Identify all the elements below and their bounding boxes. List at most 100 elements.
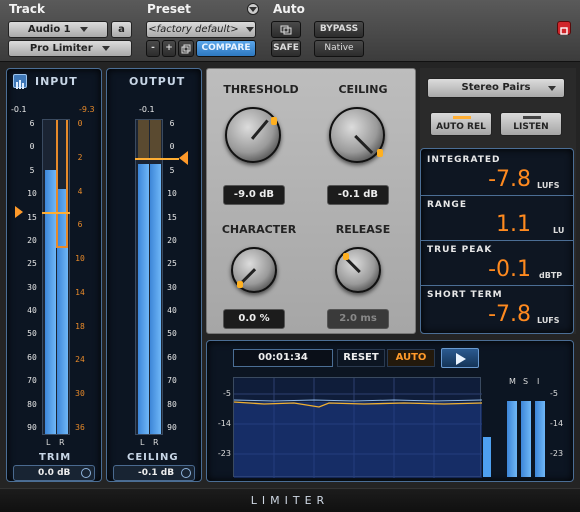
true-peak-value: -0.1 bbox=[488, 257, 531, 282]
trim-value: 0.0 dB bbox=[38, 468, 71, 478]
msi-meter-m bbox=[507, 401, 517, 477]
integrated-unit: LUFS bbox=[537, 181, 560, 190]
safe-button[interactable]: SAFE bbox=[271, 40, 301, 57]
character-label: CHARACTER bbox=[221, 223, 297, 236]
output-meter bbox=[135, 119, 179, 435]
trim-field[interactable]: 0.0 dB bbox=[13, 465, 95, 481]
close-plugin-button[interactable] bbox=[557, 21, 571, 35]
listen-label: LISTEN bbox=[513, 122, 549, 132]
ceiling-value-field[interactable]: -0.1 dB bbox=[327, 185, 389, 205]
reset-button[interactable]: RESET bbox=[337, 349, 385, 367]
ceiling-knob[interactable] bbox=[329, 107, 385, 163]
output-meter-panel: OUTPUT -0.1 6 0 5 10 15 20 25 30 40 50 60 70 80 90 L … bbox=[106, 68, 202, 482]
scale-tick: 15 bbox=[27, 212, 37, 222]
scale-tick: 14 bbox=[75, 287, 85, 297]
divider bbox=[421, 240, 573, 241]
footer: LIMITER bbox=[0, 488, 580, 512]
scale-tick: 2 bbox=[77, 152, 83, 162]
compare-button[interactable]: COMPARE bbox=[196, 40, 256, 57]
threshold-handle[interactable] bbox=[15, 206, 23, 218]
track-variant-selector[interactable]: a bbox=[111, 21, 132, 38]
range-unit: LU bbox=[553, 226, 565, 235]
footer-title: LIMITER bbox=[250, 494, 330, 507]
input-channel-l: L bbox=[46, 438, 51, 447]
ceiling-handle[interactable] bbox=[179, 151, 188, 165]
copy-settings-button[interactable] bbox=[178, 40, 194, 57]
track-selector[interactable]: Audio 1 bbox=[8, 21, 108, 38]
auto-release-button[interactable]: AUTO REL bbox=[430, 112, 492, 136]
link-icon bbox=[81, 468, 91, 478]
history-tick-label: -5 bbox=[223, 389, 231, 398]
history-level-bar bbox=[483, 437, 491, 477]
channel-mode-selector[interactable]: Stereo Pairs bbox=[427, 78, 565, 98]
scale-tick: 90 bbox=[167, 423, 177, 432]
input-scale: 6 0 5 10 15 20 25 30 40 50 60 70 80 90 bbox=[25, 119, 39, 433]
threshold-pointer bbox=[250, 119, 269, 140]
next-preset-button[interactable]: + bbox=[162, 40, 176, 57]
output-title: OUTPUT bbox=[129, 75, 186, 88]
track-variant: a bbox=[118, 24, 125, 35]
listen-button[interactable]: LISTEN bbox=[500, 112, 562, 136]
plugin-name: Pro Limiter bbox=[29, 43, 93, 54]
bypass-button[interactable]: BYPASS bbox=[314, 21, 364, 38]
play-button[interactable] bbox=[441, 348, 479, 368]
ceiling-pointer bbox=[354, 134, 374, 154]
controls-panel: THRESHOLD -9.0 dB CEILING -0.1 dB CHARAC… bbox=[206, 68, 416, 334]
history-tick-label: -14 bbox=[217, 419, 231, 428]
input-gr-scale: 0 2 4 6 10 14 18 24 30 36 bbox=[73, 119, 89, 433]
loudness-display: INTEGRATED -7.8 LUFS RANGE 1.1 LU TRUE P… bbox=[420, 148, 574, 334]
threshold-knob[interactable] bbox=[225, 107, 281, 163]
plugin-selector[interactable]: Pro Limiter bbox=[8, 40, 132, 57]
automation-button[interactable] bbox=[271, 21, 301, 38]
character-value-field[interactable]: 0.0 % bbox=[223, 309, 285, 329]
msi-tick-label: -23 bbox=[550, 449, 564, 458]
ceiling-field[interactable]: -0.1 dB bbox=[113, 465, 195, 481]
threshold-value-field[interactable]: -9.0 dB bbox=[223, 185, 285, 205]
input-meter-panel: INPUT -0.1 -9.3 6 0 5 10 15 20 25 30 40 50 60 70 80 9… bbox=[6, 68, 102, 482]
scale-tick: 10 bbox=[75, 254, 85, 264]
msi-label-s: S bbox=[523, 377, 529, 386]
listen-led bbox=[523, 116, 541, 119]
input-title: INPUT bbox=[35, 75, 78, 88]
scale-tick: 25 bbox=[27, 259, 37, 269]
meter-bars-icon bbox=[16, 80, 24, 89]
output-channel-l: L bbox=[140, 438, 145, 447]
preset-label: Preset bbox=[147, 2, 191, 16]
preset-name: <factory default> bbox=[148, 24, 239, 35]
scale-tick: 10 bbox=[167, 189, 177, 199]
preset-selector[interactable]: <factory default> bbox=[146, 21, 256, 38]
scale-tick: 0 bbox=[29, 142, 35, 152]
character-knob[interactable] bbox=[231, 247, 277, 293]
scale-tick: 0 bbox=[77, 119, 83, 128]
scale-tick: 50 bbox=[27, 329, 37, 339]
threshold-indicator bbox=[271, 117, 277, 125]
output-meter-right-headroom bbox=[150, 120, 161, 158]
previous-preset-button[interactable]: - bbox=[146, 40, 160, 57]
scale-tick: 6 bbox=[29, 119, 35, 128]
plugin-header: Track Audio 1 a Pro Limiter Preset <fact… bbox=[0, 0, 580, 62]
release-value-field[interactable]: 2.0 ms bbox=[327, 309, 389, 329]
scale-tick: 40 bbox=[167, 306, 177, 316]
play-icon bbox=[456, 353, 466, 365]
ceiling-line bbox=[135, 158, 179, 160]
scale-tick: 30 bbox=[75, 389, 85, 399]
divider bbox=[421, 285, 573, 286]
msi-meter-i bbox=[535, 401, 545, 477]
scale-tick: 30 bbox=[27, 282, 37, 292]
scale-tick: 36 bbox=[75, 423, 85, 432]
output-peak: -0.1 bbox=[139, 105, 155, 114]
ceiling-meter-label: CEILING bbox=[127, 452, 179, 463]
output-meter-right-bar bbox=[150, 164, 161, 434]
msi-tick-label: -5 bbox=[550, 389, 558, 398]
scale-tick: 20 bbox=[167, 235, 177, 245]
scale-tick: 40 bbox=[27, 306, 37, 316]
ceiling-meter-value: -0.1 dB bbox=[138, 468, 175, 478]
link-icon bbox=[181, 468, 191, 478]
plugin-body: INPUT -0.1 -9.3 6 0 5 10 15 20 25 30 40 50 60 70 80 9… bbox=[0, 62, 580, 512]
integrated-value: -7.8 bbox=[488, 167, 531, 192]
auto-history-button[interactable]: AUTO bbox=[387, 349, 435, 367]
release-knob[interactable] bbox=[335, 247, 381, 293]
preset-menu-button[interactable] bbox=[247, 3, 259, 15]
meter-link-button[interactable] bbox=[13, 74, 27, 89]
native-indicator: Native bbox=[314, 40, 364, 57]
